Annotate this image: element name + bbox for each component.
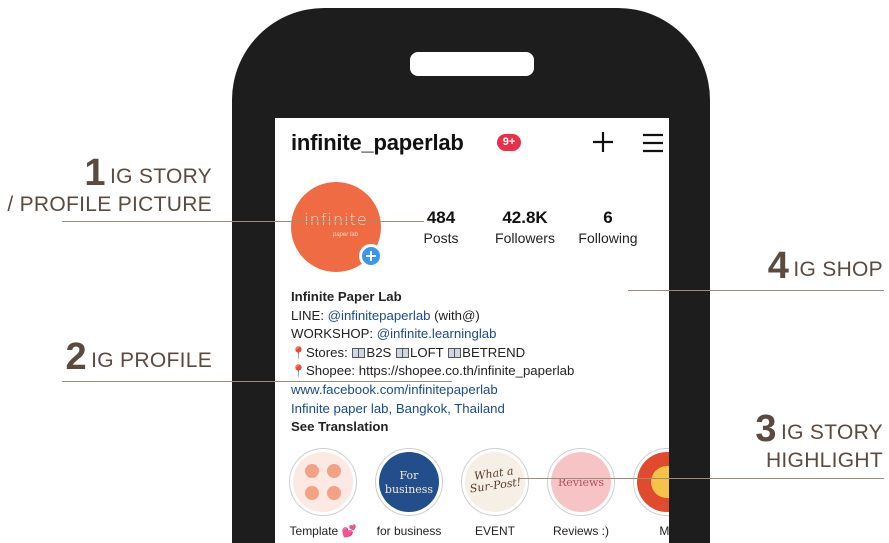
username[interactable]: infinite_paperlab xyxy=(291,130,464,156)
highlight-label: Reviews :) xyxy=(552,524,609,538)
callout-2: 2 IG PROFILE xyxy=(66,336,212,379)
following-count: 6 xyxy=(603,208,613,227)
highlight-template-art xyxy=(293,452,353,512)
bio-location[interactable]: Infinite paper lab, Bangkok, Thailand xyxy=(291,400,669,419)
bio: Infinite Paper Lab LINE: @infinitepaperl… xyxy=(291,288,669,437)
menu-icon[interactable] xyxy=(641,132,665,154)
pin-icon: 📍 xyxy=(291,364,306,379)
bio-workshop-row: WORKSHOP: @infinite.learninglab xyxy=(291,325,669,344)
phone-screen: infinite_paperlab 9+ infinite paper lab … xyxy=(275,118,669,543)
callout-2-text: IG PROFILE xyxy=(91,349,212,372)
stat-followers[interactable]: 42.8K Followers xyxy=(487,208,563,246)
callout-1: 1 IG STORY / PROFILE PICTURE xyxy=(7,152,212,217)
callout-4-leader xyxy=(628,290,884,291)
followers-count: 42.8K xyxy=(502,208,548,227)
callout-4-number: 4 xyxy=(767,245,789,287)
callout-2-number: 2 xyxy=(65,336,87,378)
notification-badge[interactable]: 9+ xyxy=(497,134,521,151)
highlight-ring: What a Sur-Post! xyxy=(461,448,529,516)
bio-line-row: LINE: @infinitepaperlab (with@) xyxy=(291,307,669,326)
bio-name: Infinite Paper Lab xyxy=(291,289,402,304)
bio-workshop-handle[interactable]: @infinite.learninglab xyxy=(377,326,497,341)
followers-label: Followers xyxy=(495,230,555,246)
bio-shopee-row: 📍Shopee: https://shopee.co.th/infinite_p… xyxy=(291,362,669,381)
bio-store-loft: LOFT xyxy=(410,344,444,360)
callout-1-leader xyxy=(62,221,424,222)
highlight-business-art: For business xyxy=(379,452,439,512)
highlight-label: Template 💕 xyxy=(289,524,357,538)
bio-website-link[interactable]: www.facebook.com/infinitepaperlab xyxy=(291,381,669,400)
callout-3-number: 3 xyxy=(755,408,777,450)
bio-store-betrend: BETREND xyxy=(462,344,526,360)
phone-speaker xyxy=(410,52,534,76)
highlight-ring: Reviews xyxy=(547,448,615,516)
highlight-label: for business xyxy=(376,524,442,538)
book-icon xyxy=(396,347,410,358)
callout-1-text2: / PROFILE PICTURE xyxy=(7,193,212,216)
highlight-label: EVENT xyxy=(474,524,515,538)
callout-3-text2: HIGHLIGHT xyxy=(765,449,883,472)
callout-4-text: IG SHOP xyxy=(793,258,883,281)
highlight-ring: For business xyxy=(375,448,443,516)
stat-posts[interactable]: 484 Posts xyxy=(411,208,471,246)
callout-3: 3 IG STORY HIGHLIGHT xyxy=(755,408,883,473)
profile-header: infinite_paperlab 9+ xyxy=(291,130,669,160)
bio-line-prefix: LINE: xyxy=(291,307,328,323)
bio-line-suffix: (with@) xyxy=(430,307,480,323)
bio-line-handle[interactable]: @infinitepaperlab xyxy=(328,308,431,323)
book-icon xyxy=(352,347,366,358)
highlight-ring xyxy=(633,448,669,516)
book-icon xyxy=(448,347,462,358)
bio-stores-prefix: Stores: xyxy=(305,344,352,360)
callout-2-leader xyxy=(62,381,452,382)
highlight-for-business[interactable]: For business for business xyxy=(369,448,449,538)
callout-1-number: 1 xyxy=(84,152,106,194)
add-story-icon[interactable] xyxy=(359,244,383,268)
highlight-mil-art xyxy=(637,452,669,512)
avatar-logo-text: infinite xyxy=(304,210,368,229)
highlight-ring xyxy=(289,448,357,516)
callout-4: 4 IG SHOP xyxy=(768,245,883,288)
posts-label: Posts xyxy=(423,230,459,246)
highlight-event[interactable]: What a Sur-Post! EVENT xyxy=(455,448,535,538)
highlight-reviews-art: Reviews xyxy=(551,452,611,512)
bio-store-b2s: B2S xyxy=(366,344,392,360)
callout-1-text: IG STORY xyxy=(110,165,212,188)
callout-3-leader xyxy=(520,478,884,479)
highlight-mil[interactable]: Mil xyxy=(627,448,669,538)
highlight-reviews[interactable]: Reviews Reviews :) xyxy=(541,448,621,538)
see-translation-link[interactable]: See Translation xyxy=(291,418,669,437)
callout-3-text: IG STORY xyxy=(781,421,883,444)
avatar-logo-subtext: paper lab xyxy=(333,232,359,238)
following-label: Following xyxy=(578,230,638,246)
bio-stores-row: 📍Stores: B2S LOFT BETREND xyxy=(291,344,669,363)
highlight-label: Mil xyxy=(659,524,669,538)
stat-following[interactable]: 6 Following xyxy=(571,208,645,246)
plus-icon[interactable] xyxy=(591,130,615,154)
posts-count: 484 xyxy=(426,208,456,227)
bio-shopee: Shopee: https://shopee.co.th/infinite_pa… xyxy=(305,363,575,379)
highlight-event-art: What a Sur-Post! xyxy=(461,448,529,516)
bio-workshop-prefix: WORKSHOP: xyxy=(291,326,377,342)
pin-icon: 📍 xyxy=(291,345,306,360)
highlight-template[interactable]: Template 💕 xyxy=(283,448,363,538)
